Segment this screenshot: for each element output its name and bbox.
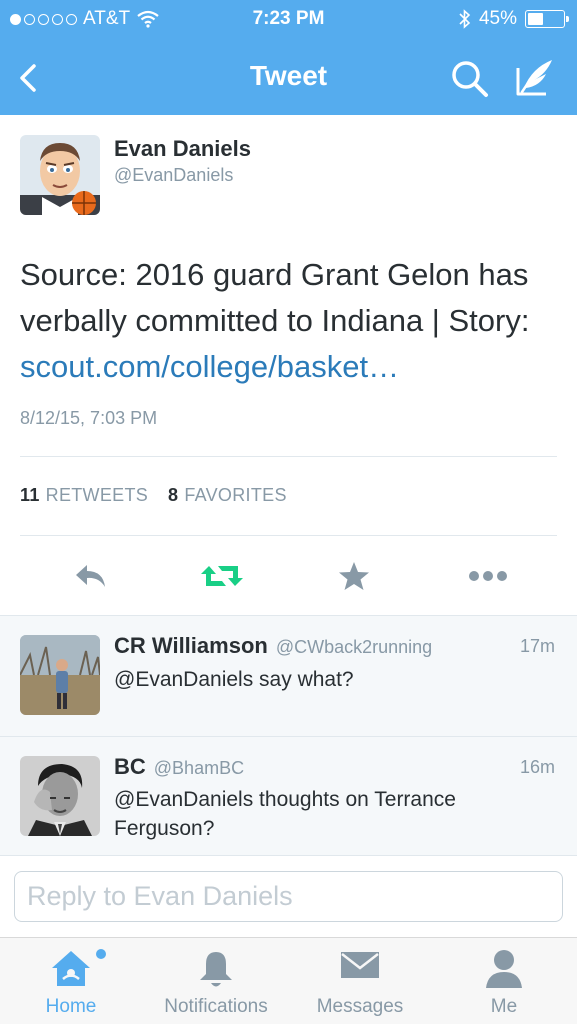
reply-button[interactable] bbox=[68, 556, 112, 596]
favorites-count[interactable]: 8 bbox=[168, 485, 178, 506]
reply-author[interactable]: CR Williamson @CWback2running bbox=[114, 633, 432, 659]
tweet-body: Source: 2016 guard Grant Gelon has verba… bbox=[20, 257, 530, 338]
reply-icon bbox=[76, 565, 105, 587]
search-icon[interactable] bbox=[448, 58, 492, 98]
tab-messages[interactable]: Messages bbox=[306, 938, 414, 1024]
author-name[interactable]: Evan Daniels bbox=[114, 136, 251, 162]
reply-avatar[interactable] bbox=[20, 756, 100, 836]
reply-author-name: BC bbox=[114, 754, 146, 779]
tweet-timestamp: 8/12/15, 7:03 PM bbox=[20, 408, 158, 428]
reply-composer bbox=[0, 855, 577, 937]
retweet-icon bbox=[201, 566, 243, 586]
top-bar: AT&T 7:23 PM 45% Tweet bbox=[0, 0, 577, 115]
nav-bar: Tweet bbox=[0, 38, 577, 115]
divider bbox=[20, 535, 557, 536]
reply-author-handle: @BhamBC bbox=[153, 758, 245, 778]
tab-home-label: Home bbox=[45, 996, 97, 1017]
tweet-actions bbox=[0, 556, 577, 596]
status-right: 45% bbox=[459, 8, 569, 30]
favorites-label[interactable]: FAVORITES bbox=[184, 485, 286, 506]
bell-icon bbox=[200, 952, 232, 987]
person-icon bbox=[486, 950, 522, 988]
reply-input[interactable] bbox=[14, 871, 563, 922]
tab-notifications[interactable]: Notifications bbox=[152, 938, 280, 1024]
more-dots-icon bbox=[469, 571, 507, 581]
retweets-count[interactable]: 11 bbox=[20, 485, 40, 506]
tab-messages-label: Messages bbox=[316, 996, 404, 1017]
reply-text: @EvanDaniels say what? bbox=[114, 668, 354, 691]
tab-bar: Home Notifications Messages Me bbox=[0, 937, 577, 1024]
battery-icon bbox=[525, 10, 569, 28]
retweet-button[interactable] bbox=[198, 556, 246, 596]
battery-percent: 45% bbox=[478, 8, 517, 29]
outdoor-photo-avatar-image bbox=[20, 635, 100, 715]
author-avatar[interactable] bbox=[20, 135, 100, 215]
caricature-avatar-image bbox=[20, 135, 100, 215]
divider bbox=[20, 456, 557, 457]
retweets-label[interactable]: RETWEETS bbox=[46, 485, 148, 506]
tab-notifications-label: Notifications bbox=[164, 996, 268, 1017]
home-icon bbox=[52, 951, 90, 986]
favorite-star-icon bbox=[339, 562, 369, 590]
reply-author-handle: @CWback2running bbox=[275, 637, 433, 657]
reply-time: 16m bbox=[519, 757, 555, 777]
bluetooth-icon bbox=[459, 9, 471, 29]
new-content-dot bbox=[96, 949, 106, 959]
status-bar: AT&T 7:23 PM 45% bbox=[0, 0, 577, 38]
tweet-stats: 11 RETWEETS 8 FAVORITES bbox=[20, 485, 287, 506]
tab-home[interactable]: Home bbox=[22, 938, 120, 1024]
reply-item[interactable]: BC @BhamBC 16m @EvanDaniels thoughts on T… bbox=[0, 737, 577, 855]
reply-author-name: CR Williamson bbox=[114, 633, 268, 658]
envelope-icon bbox=[341, 952, 379, 978]
vintage-portrait-avatar-image bbox=[20, 756, 100, 836]
reply-avatar[interactable] bbox=[20, 635, 100, 715]
tab-me-label: Me bbox=[490, 996, 518, 1017]
reply-item[interactable]: CR Williamson @CWback2running 17m @EvanDa… bbox=[0, 615, 577, 736]
favorite-button[interactable] bbox=[334, 556, 374, 596]
tweet-link[interactable]: scout.com/college/basket… bbox=[20, 349, 399, 384]
reply-text: @EvanDaniels thoughts on Terrance Fergus… bbox=[114, 788, 456, 840]
reply-author[interactable]: BC @BhamBC bbox=[114, 754, 244, 780]
tab-me[interactable]: Me bbox=[460, 938, 548, 1024]
more-button[interactable] bbox=[464, 556, 512, 596]
compose-icon[interactable] bbox=[512, 56, 558, 98]
tweet-text: Source: 2016 guard Grant Gelon has verba… bbox=[20, 252, 560, 390]
reply-time: 17m bbox=[519, 636, 555, 656]
author-handle[interactable]: @EvanDaniels bbox=[114, 165, 233, 186]
